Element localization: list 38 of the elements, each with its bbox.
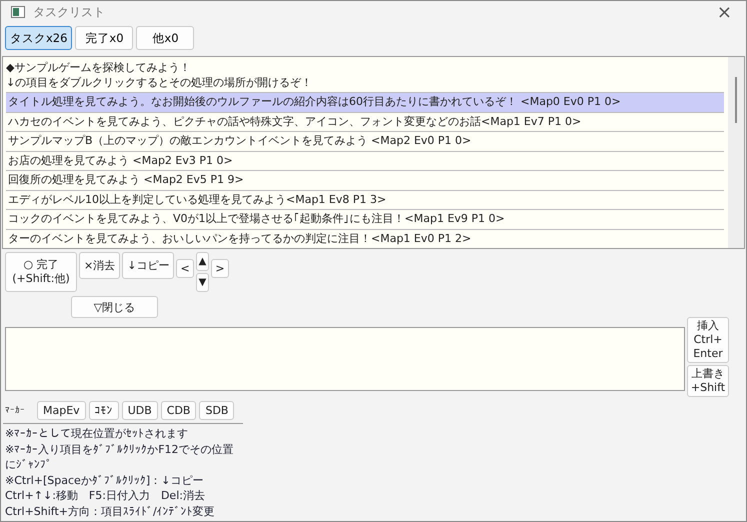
marker-button[interactable]: MapEv	[37, 401, 86, 420]
up-button[interactable]: ▲	[196, 252, 210, 271]
tab[interactable]: 他x0	[136, 26, 194, 50]
task-item[interactable]: お店の処理を見てみよう <Map2 Ev3 P1 0>	[6, 150, 724, 170]
task-input-field[interactable]	[5, 327, 685, 391]
insert-button[interactable]: 上書き +Shift	[687, 365, 729, 397]
left-button[interactable]: <	[176, 259, 194, 278]
task-item[interactable]: ターのイベントを見てみよう、おいしいパンを持ってるかの判定に注目！<Map1 Ev0 P1 2>	[6, 228, 724, 248]
help-text: ※ﾏｰｶｰ入り項目をﾀﾞﾌﾞﾙｸﾘｯｸかF12でその位置にｼﾞｬﾝﾌﾟ	[5, 442, 235, 472]
help-text: Ctrl+↑↓:移動 F5:日付入力 Del:消去	[5, 488, 206, 504]
tab[interactable]: タスクx26	[5, 26, 72, 50]
down-button[interactable]: ▼	[196, 273, 210, 292]
help-text: Ctrl+Shift+方向：項目ｽﾗｲﾄﾞ/ｲﾝﾃﾞﾝﾄ変更	[5, 504, 216, 519]
note-item[interactable]: ◆サンプルゲームを探検してみよう！ ↓の項目をダブルクリックするとその処理の場所が開けるぞ！	[6, 59, 724, 92]
window-title: タスクリスト	[33, 4, 105, 20]
delete-button[interactable]: ×消去	[79, 252, 120, 279]
right-button[interactable]: >	[211, 259, 229, 278]
marker-button[interactable]: CDB	[160, 401, 196, 420]
help-text: ※Ctrl+[Spaceかﾀﾞﾌﾞﾙｸﾘｯｸ]：↓コピー	[5, 472, 204, 488]
done-button[interactable]: ○ 完了 (+Shift:他)	[5, 252, 77, 292]
app-icon	[11, 6, 25, 18]
task-item[interactable]: 回復所の処理を見てみよう <Map2 Ev5 P1 9>	[6, 170, 724, 190]
task-item[interactable]: サンプルマップB（上のマップ）の敵エンカウントイベントを見てみよう <Map2 Ev0 P1 0>	[6, 131, 724, 150]
tab[interactable]: 完了x0	[75, 26, 134, 50]
close-button[interactable]: ×	[712, 2, 736, 22]
marker-button[interactable]: SDB	[199, 401, 234, 420]
task-item[interactable]: コックのイベントを見てみよう、V0が1以上で登場させる｢起動条件｣にも注目！<Map1 Ev9 P1 0>	[6, 209, 724, 228]
help-text: ※ﾏｰｶｰとして現在位置がｾｯﾄされます	[5, 426, 190, 442]
collapse-button[interactable]: ▽閉じる	[71, 296, 158, 318]
copy-button[interactable]: ↓コピー	[122, 252, 174, 279]
task-item[interactable]: エディがレベル10以上を判定している処理を見てみよう<Map1 Ev8 P1 3>	[6, 190, 724, 209]
task-item[interactable]: ハカセのイベントを見てみよう、ピクチャの話や特殊文字、アイコン、フォント変更などのお話<Map1 Ev7 P1 0>	[6, 112, 724, 131]
scrollbar[interactable]	[728, 57, 744, 248]
marker-button[interactable]: ｺﾓﾝ	[88, 401, 119, 420]
insert-button[interactable]: 挿入 Ctrl+ Enter	[687, 317, 729, 363]
marker-button[interactable]: UDB	[122, 401, 158, 420]
task-item[interactable]: タイトル処理を見てみよう。なお開始後のウルファールの紹介内容は60行目あたりに書かれているぞ！ <Map0 Ev0 P1 0>	[6, 92, 724, 112]
marker-label: ﾏｰｶｰ	[5, 405, 25, 416]
